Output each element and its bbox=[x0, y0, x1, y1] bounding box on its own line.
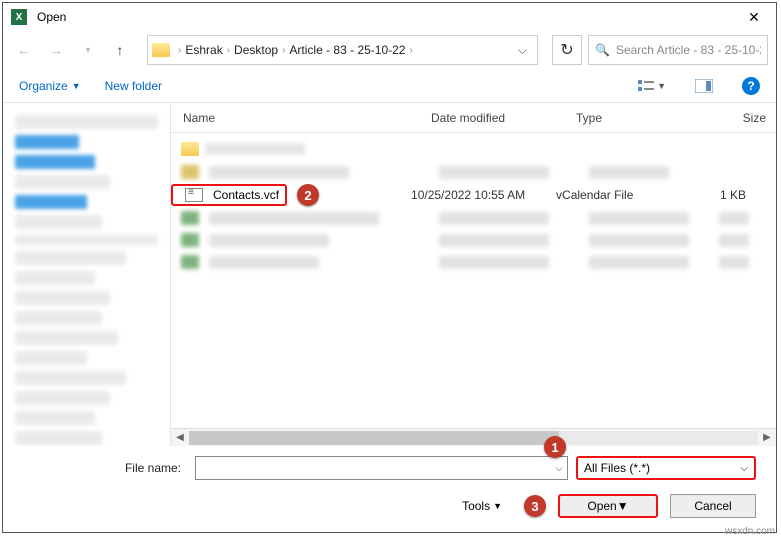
help-button[interactable]: ? bbox=[742, 77, 760, 95]
annotation-badge-1: 1 bbox=[544, 436, 566, 458]
scroll-right-icon[interactable]: ▶ bbox=[758, 430, 776, 446]
file-name: Contacts.vcf bbox=[213, 188, 279, 202]
col-size[interactable]: Size bbox=[706, 111, 776, 125]
folder-icon bbox=[181, 142, 199, 156]
filename-input[interactable]: ⌵ bbox=[195, 456, 568, 480]
col-date[interactable]: Date modified bbox=[431, 111, 576, 125]
chevron-down-icon: ▼ bbox=[493, 501, 502, 511]
chevron-right-icon: › bbox=[409, 45, 412, 56]
file-contacts-vcf[interactable]: Contacts.vcf 2 10/25/2022 10:55 AM vCale… bbox=[171, 183, 776, 207]
horizontal-scrollbar[interactable]: ◀ ▶ bbox=[171, 428, 776, 446]
forward-button[interactable]: → bbox=[43, 37, 69, 63]
organize-button[interactable]: Organize ▼ bbox=[19, 79, 81, 93]
file-list: Name Date modified Type Size Contacts.vc… bbox=[171, 103, 776, 446]
chevron-down-icon: ▼ bbox=[72, 81, 81, 91]
titlebar: X Open ✕ bbox=[3, 3, 776, 31]
nav-row: ← → ▾ ↑ › Eshrak › Desktop › Article - 8… bbox=[3, 31, 776, 69]
folder-icon bbox=[152, 43, 170, 57]
table-row[interactable] bbox=[171, 137, 776, 161]
new-folder-button[interactable]: New folder bbox=[105, 79, 162, 93]
annotation-badge-2: 2 bbox=[297, 184, 319, 206]
table-row[interactable] bbox=[171, 229, 776, 251]
annotation-badge-3: 3 bbox=[524, 495, 546, 517]
chevron-down-icon[interactable]: ⌵ bbox=[555, 463, 563, 474]
scroll-track[interactable] bbox=[189, 431, 758, 445]
col-type[interactable]: Type bbox=[576, 111, 706, 125]
organize-label: Organize bbox=[19, 79, 68, 93]
chevron-down-icon: ⌵ bbox=[740, 463, 748, 474]
up-button[interactable]: ↑ bbox=[107, 37, 133, 63]
crumb-eshrak[interactable]: Eshrak bbox=[185, 43, 222, 57]
back-button[interactable]: ← bbox=[11, 37, 37, 63]
file-type-filter[interactable]: All Files (*.*) ⌵ bbox=[576, 456, 756, 480]
column-headers: Name Date modified Type Size bbox=[171, 103, 776, 133]
filter-label: All Files (*.*) bbox=[584, 461, 650, 475]
tools-button[interactable]: Tools ▼ bbox=[462, 499, 502, 513]
tools-label: Tools bbox=[462, 499, 490, 513]
vcf-icon bbox=[185, 188, 203, 202]
close-button[interactable]: ✕ bbox=[734, 3, 774, 31]
dialog-footer: 1 File name: ⌵ All Files (*.*) ⌵ Tools ▼… bbox=[3, 446, 776, 532]
filename-label: File name: bbox=[23, 461, 187, 475]
toolbar: Organize ▼ New folder ▼ ? bbox=[3, 69, 776, 103]
refresh-button[interactable]: ↻ bbox=[552, 35, 582, 65]
open-button[interactable]: Open ▼ bbox=[558, 494, 658, 518]
address-dropdown[interactable]: ⌵ bbox=[512, 43, 533, 58]
table-row[interactable] bbox=[171, 251, 776, 273]
list-view-icon bbox=[638, 79, 655, 93]
scroll-left-icon[interactable]: ◀ bbox=[171, 430, 189, 446]
dialog-body: Name Date modified Type Size Contacts.vc… bbox=[3, 103, 776, 446]
cancel-button[interactable]: Cancel bbox=[670, 494, 756, 518]
table-row[interactable] bbox=[171, 161, 776, 183]
chevron-right-icon: › bbox=[227, 45, 230, 56]
open-button-main[interactable]: Open bbox=[587, 499, 616, 513]
open-dialog: X Open ✕ ← → ▾ ↑ › Eshrak › Desktop › Ar… bbox=[2, 2, 777, 533]
search-input[interactable]: 🔍 Search Article - 83 - 25-10-22 bbox=[588, 35, 768, 65]
file-highlight: Contacts.vcf bbox=[171, 184, 287, 206]
file-size: 1 KB bbox=[686, 188, 756, 202]
scroll-thumb[interactable] bbox=[189, 431, 559, 445]
preview-pane-button[interactable] bbox=[690, 74, 718, 98]
address-bar[interactable]: › Eshrak › Desktop › Article - 83 - 25-1… bbox=[147, 35, 538, 65]
open-button-dropdown[interactable]: ▼ bbox=[617, 499, 629, 513]
chevron-down-icon: ▼ bbox=[657, 81, 666, 91]
sidebar[interactable] bbox=[3, 103, 171, 446]
file-rows: Contacts.vcf 2 10/25/2022 10:55 AM vCale… bbox=[171, 133, 776, 428]
search-icon: 🔍 bbox=[595, 43, 610, 57]
crumb-article[interactable]: Article - 83 - 25-10-22 bbox=[289, 43, 405, 57]
view-mode-button[interactable]: ▼ bbox=[638, 74, 666, 98]
search-placeholder: Search Article - 83 - 25-10-22 bbox=[616, 43, 761, 57]
window-title: Open bbox=[33, 10, 734, 24]
recent-dropdown[interactable]: ▾ bbox=[75, 37, 101, 63]
crumb-desktop[interactable]: Desktop bbox=[234, 43, 278, 57]
chevron-right-icon: › bbox=[282, 45, 285, 56]
watermark: wsxdn.com bbox=[725, 526, 775, 537]
chevron-right-icon: › bbox=[178, 45, 181, 56]
file-type: vCalendar File bbox=[556, 188, 686, 202]
preview-pane-icon bbox=[695, 79, 713, 93]
file-date: 10/25/2022 10:55 AM bbox=[411, 188, 556, 202]
table-row[interactable] bbox=[171, 207, 776, 229]
excel-icon: X bbox=[11, 9, 27, 25]
col-name[interactable]: Name bbox=[171, 111, 431, 125]
